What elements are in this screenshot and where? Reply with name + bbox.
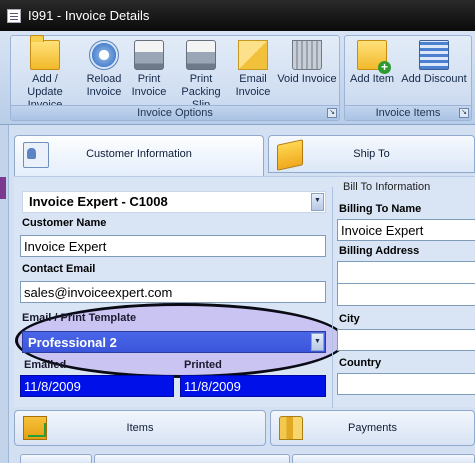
billing-address-line2-field[interactable] <box>337 283 475 306</box>
button-label: Invoice <box>235 86 271 98</box>
title-bar: I991 - Invoice Details <box>0 0 475 31</box>
country-label: Country <box>339 357 382 369</box>
printed-label: Printed <box>184 359 222 371</box>
reload-icon <box>89 40 119 70</box>
tab-label: Items <box>126 422 154 434</box>
emailed-date-field[interactable]: 11/8/2009 <box>20 375 174 397</box>
sub-tab[interactable] <box>94 454 290 463</box>
button-label: Add Item <box>349 73 395 85</box>
button-label: Add Discount <box>401 73 467 85</box>
billing-name-field[interactable]: Invoice Expert <box>337 219 475 241</box>
city-field[interactable] <box>337 329 475 351</box>
printer-icon <box>186 40 216 70</box>
group-caption: Invoice Options <box>11 105 339 120</box>
tab-ship-to[interactable]: Ship To <box>268 135 475 173</box>
billing-name-label: Billing To Name <box>339 203 422 215</box>
billing-address-label: Billing Address <box>339 245 420 257</box>
button-label: Print <box>189 73 213 85</box>
bill-to-group: Bill To Information Billing To Name Invo… <box>332 181 475 408</box>
folder-icon <box>30 35 60 70</box>
sub-tab[interactable] <box>20 454 92 463</box>
main-area: Customer Information Ship To Invoice Exp… <box>0 125 475 463</box>
group-caption: Invoice Items <box>345 105 471 120</box>
bill-to-legend: Bill To Information <box>341 181 433 193</box>
billing-address-line1-field[interactable] <box>337 261 475 284</box>
print-invoice-button[interactable]: Print Invoice <box>129 40 169 99</box>
button-label: Invoice <box>86 86 122 98</box>
tab-label: Payments <box>348 422 397 434</box>
customer-select[interactable]: Invoice Expert - C1008 <box>22 191 326 213</box>
group-launcher-icon[interactable]: ↘ <box>459 108 469 118</box>
country-field[interactable] <box>337 373 475 395</box>
print-packing-slip-button[interactable]: Print Packing Slip <box>171 40 231 112</box>
add-update-invoice-button[interactable]: Add / Update Invoice <box>15 35 75 112</box>
template-select[interactable]: Professional 2 <box>22 331 326 353</box>
void-invoice-button[interactable]: Void Invoice <box>275 40 339 86</box>
calculator-icon <box>419 40 449 70</box>
customer-name-label: Customer Name <box>22 217 107 229</box>
template-select-value: Professional 2 <box>28 335 117 350</box>
email-invoice-button[interactable]: Email Invoice <box>233 40 273 99</box>
customer-select-value: Invoice Expert - C1008 <box>29 194 168 209</box>
left-band <box>0 125 9 463</box>
city-label: City <box>339 313 360 325</box>
template-label: Email / Print Template <box>22 312 137 324</box>
tab-items[interactable]: Items <box>14 410 266 446</box>
add-discount-button[interactable]: Add Discount <box>399 40 469 86</box>
sub-tab[interactable] <box>292 454 475 463</box>
sub-tab-strip <box>14 450 475 463</box>
contact-email-label: Contact Email <box>22 263 96 275</box>
tab-payments[interactable]: Payments <box>270 410 475 446</box>
tab-label: Customer Information <box>86 148 192 160</box>
button-label: Invoice <box>131 86 167 98</box>
contact-email-field[interactable]: sales@invoiceexpert.com <box>20 281 326 303</box>
reload-invoice-button[interactable]: Reload Invoice <box>81 40 127 99</box>
button-label: Add / Update <box>27 73 63 98</box>
chevron-down-icon[interactable] <box>311 193 324 211</box>
envelope-icon <box>238 40 268 70</box>
left-marker <box>0 177 6 199</box>
tab-customer-information[interactable]: Customer Information <box>14 135 264 176</box>
button-label: Void Invoice <box>277 73 337 85</box>
invoice-options-group: Add / Update Invoice Reload Invoice Prin… <box>10 35 340 121</box>
window-title: I991 - Invoice Details <box>28 8 150 23</box>
tab-label: Ship To <box>353 148 390 160</box>
printed-date-field[interactable]: 11/8/2009 <box>180 375 326 397</box>
customer-name-field[interactable]: Invoice Expert <box>20 235 326 257</box>
printer-icon <box>134 40 164 70</box>
add-folder-icon <box>357 40 391 74</box>
group-launcher-icon[interactable]: ↘ <box>327 108 337 118</box>
app-icon <box>7 9 21 23</box>
emailed-label: Emailed <box>24 359 67 371</box>
button-label: Reload <box>86 73 122 85</box>
customer-panel: Invoice Expert - C1008 Customer Name Inv… <box>14 176 475 408</box>
button-label: Print <box>137 73 161 85</box>
chevron-down-icon[interactable] <box>311 333 324 351</box>
invoice-items-group: Add Item Add Discount Invoice Items ↘ <box>344 35 472 121</box>
add-item-button[interactable]: Add Item <box>347 40 397 86</box>
ribbon: Add / Update Invoice Reload Invoice Prin… <box>0 31 475 125</box>
button-label: Email <box>239 73 267 85</box>
trash-icon <box>292 40 322 70</box>
